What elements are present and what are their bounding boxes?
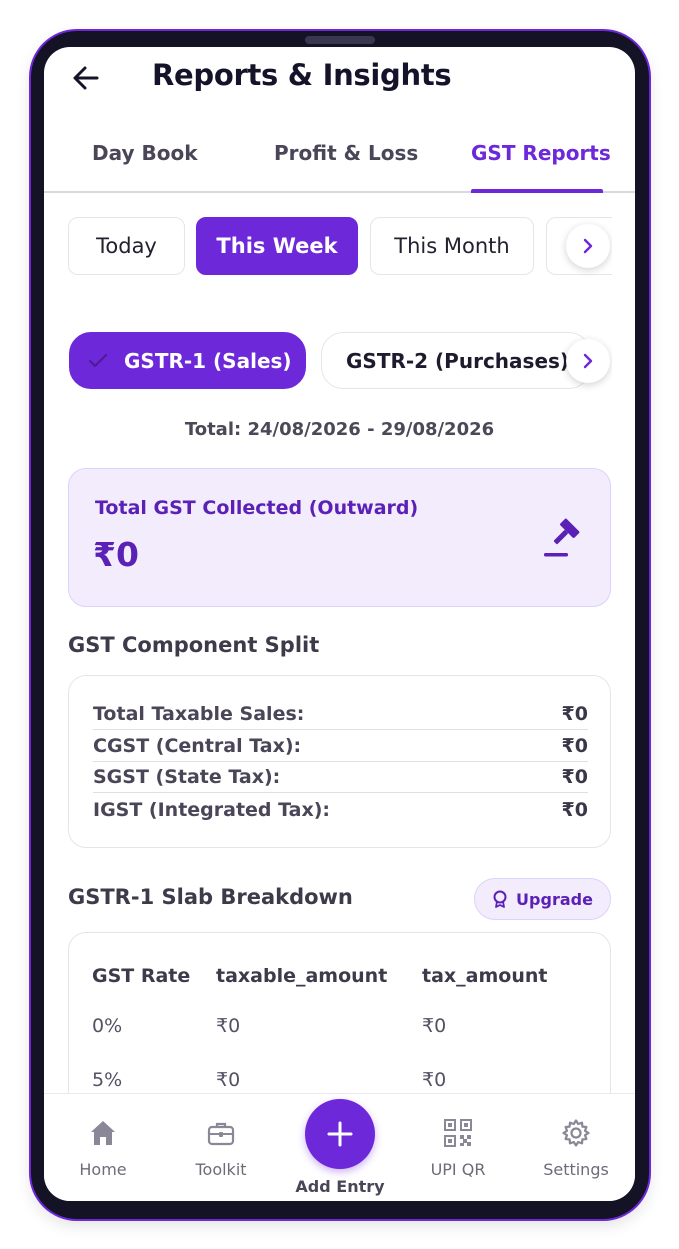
chevron-right-icon xyxy=(583,353,593,369)
nav-upi-qr[interactable]: UPI QR xyxy=(399,1094,517,1201)
split-row-value: ₹0 xyxy=(561,798,588,821)
split-row: CGST (Central Tax): ₹0 xyxy=(93,731,588,762)
app-screen: Reports & Insights Day Book Profit & Los… xyxy=(44,47,635,1201)
gavel-icon xyxy=(544,518,580,557)
report-tabs: Day Book Profit & Loss GST Reports xyxy=(44,125,635,193)
upgrade-label: Upgrade xyxy=(516,889,593,909)
pill-gstr2-label: GSTR-2 (Purchases) xyxy=(346,348,570,373)
upgrade-button[interactable]: Upgrade xyxy=(474,878,611,920)
table-cell: ₹0 xyxy=(216,1069,241,1091)
gst-summary-card: Total GST Collected (Outward) ₹0 xyxy=(68,468,611,607)
tab-profit-loss[interactable]: Profit & Loss xyxy=(274,141,418,165)
column-header: GST Rate xyxy=(92,965,191,987)
table-cell: ₹0 xyxy=(216,1015,241,1037)
add-entry-button[interactable] xyxy=(305,1099,375,1169)
arrow-left-icon xyxy=(73,66,99,90)
home-icon xyxy=(91,1121,115,1145)
pill-gstr2-purchases[interactable]: GSTR-2 (Purchases) xyxy=(321,332,591,389)
split-row-label: CGST (Central Tax): xyxy=(93,735,302,757)
page-title: Reports & Insights xyxy=(152,58,452,92)
split-row-value: ₹0 xyxy=(561,766,588,788)
nav-home-label: Home xyxy=(79,1160,127,1179)
back-button[interactable] xyxy=(70,63,102,93)
table-cell: 5% xyxy=(92,1069,123,1091)
split-row-value: ₹0 xyxy=(561,735,588,757)
split-row: IGST (Integrated Tax): ₹0 xyxy=(93,794,588,825)
chip-this-month[interactable]: This Month xyxy=(370,217,534,275)
split-row: SGST (State Tax): ₹0 xyxy=(93,762,588,793)
summary-label: Total GST Collected (Outward) xyxy=(95,497,419,519)
split-row-label: IGST (Integrated Tax): xyxy=(93,798,331,821)
tab-day-book[interactable]: Day Book xyxy=(92,141,198,165)
award-icon xyxy=(493,890,507,908)
table-cell: ₹0 xyxy=(422,1069,447,1091)
pill-gstr1-label: GSTR-1 (Sales) xyxy=(124,348,292,373)
nav-home[interactable]: Home xyxy=(44,1094,162,1201)
active-tab-indicator xyxy=(471,189,603,193)
table-cell: 0% xyxy=(92,1015,123,1037)
chip-this-week[interactable]: This Week xyxy=(196,217,358,275)
plus-icon xyxy=(327,1121,353,1147)
chip-today[interactable]: Today xyxy=(68,217,185,275)
nav-settings[interactable]: Settings xyxy=(517,1094,635,1201)
component-split-card: Total Taxable Sales: ₹0 CGST (Central Ta… xyxy=(68,675,611,848)
column-header: tax_amount xyxy=(422,965,548,987)
qr-code-icon xyxy=(444,1119,472,1147)
add-entry-label: Add Entry xyxy=(295,1177,385,1196)
date-chips-scroll-button[interactable] xyxy=(566,224,610,268)
summary-value: ₹0 xyxy=(93,535,139,574)
split-row-label: SGST (State Tax): xyxy=(93,766,281,788)
nav-upi-qr-label: UPI QR xyxy=(430,1160,486,1179)
date-range-text: Total: 24/08/2026 - 29/08/2026 xyxy=(184,419,495,440)
check-icon xyxy=(88,353,108,367)
briefcase-icon xyxy=(207,1122,235,1146)
nav-toolkit[interactable]: Toolkit xyxy=(162,1094,280,1201)
device-notch xyxy=(305,36,375,44)
date-filter-chips: Today This Week This Month xyxy=(68,217,612,277)
slab-breakdown-title: GSTR-1 Slab Breakdown xyxy=(68,885,353,909)
split-row-value: ₹0 xyxy=(561,703,588,725)
split-row: Total Taxable Sales: ₹0 xyxy=(93,699,588,730)
gstr-filter-pills: GSTR-1 (Sales) GSTR-2 (Purchases) xyxy=(68,332,612,392)
table-cell: ₹0 xyxy=(422,1015,447,1037)
gear-icon xyxy=(562,1119,590,1147)
gstr-pills-scroll-button[interactable] xyxy=(566,339,610,383)
pill-gstr1-sales[interactable]: GSTR-1 (Sales) xyxy=(69,332,306,389)
app-header: Reports & Insights xyxy=(44,47,635,109)
chevron-right-icon xyxy=(583,238,593,254)
nav-settings-label: Settings xyxy=(543,1160,609,1179)
component-split-title: GST Component Split xyxy=(68,633,320,657)
split-row-label: Total Taxable Sales: xyxy=(93,703,305,725)
nav-toolkit-label: Toolkit xyxy=(195,1160,247,1179)
column-header: taxable_amount xyxy=(216,965,388,987)
tab-gst-reports[interactable]: GST Reports xyxy=(471,141,611,165)
